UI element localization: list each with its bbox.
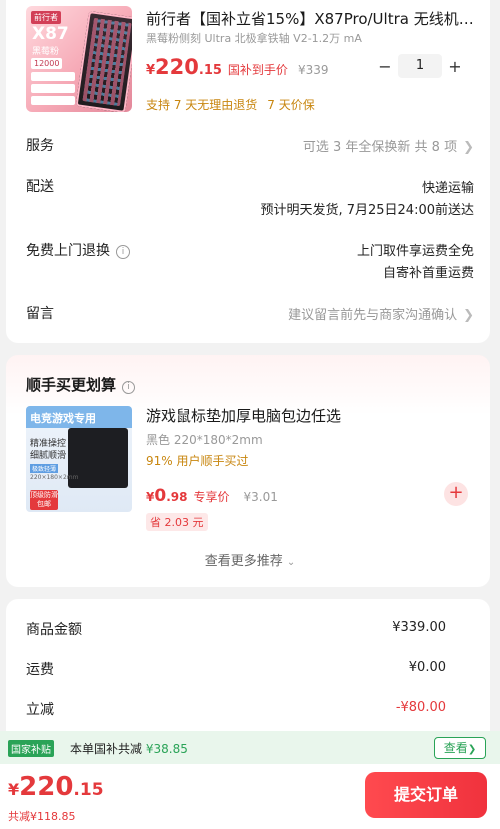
currency-symbol: ¥: [8, 780, 20, 799]
guarantee-info: 支持 7 天无理由退货 7 天价保: [146, 96, 315, 113]
delivery-label: 配送: [26, 179, 54, 195]
national-subsidy-tag: 国家补贴: [8, 740, 54, 757]
service-label: 服务: [26, 138, 54, 154]
product-image-model: X87: [32, 24, 69, 44]
product-image[interactable]: 前行者 X87 黑莓粉 12000: [26, 6, 132, 112]
product-title[interactable]: 前行者【国补立省15%】X87Pro/Ultra 无线机…: [146, 8, 476, 29]
addon-product-image[interactable]: 电竞游戏专用 精准操控 细腻顺滑 极致轻薄 220×180×2mm 顶级防滑 包…: [26, 406, 132, 512]
addon-image-badge: 顶级防滑 包邮: [30, 490, 58, 510]
price-integer: 220: [155, 55, 199, 79]
service-row[interactable]: 可选 3 年全保换新 共 8 项 ❯: [303, 136, 474, 155]
delivery-eta: 预计明天发货, 7月25日24:00前送达: [260, 203, 474, 218]
submit-order-button[interactable]: 提交订单: [365, 772, 487, 818]
message-row[interactable]: 建议留言前先与商家沟通确认 ❯: [288, 304, 474, 323]
more-recommendations-label: 查看更多推荐: [204, 554, 283, 569]
subsidy-text-label: 本单国补共减: [70, 742, 143, 756]
addon-price: ¥0.98: [146, 486, 187, 506]
free-return-label: 免费上门退换: [26, 243, 110, 259]
free-return-pickup: 上门取件享运费全免: [356, 244, 474, 259]
addon-title[interactable]: 游戏鼠标垫加厚电脑包边任选: [146, 405, 341, 426]
product-image-badge: 12000: [31, 58, 63, 69]
discount-label: 立减: [26, 702, 54, 718]
addon-original-price: ¥3.01: [243, 490, 278, 504]
addon-section-title-row: 顺手买更划算 i: [26, 374, 136, 395]
product-image-color: 黑莓粉: [32, 47, 60, 57]
goods-amount-value: ¥339.00: [392, 620, 446, 635]
chevron-right-icon: ❯: [467, 744, 477, 755]
discount-value: -¥80.00: [395, 700, 446, 715]
product-image-pill: [31, 96, 75, 105]
product-image-pill: [31, 84, 75, 93]
free-return-label-row: 免费上门退换 i: [26, 240, 130, 260]
view-subsidy-label: 查看: [443, 741, 468, 755]
total-integer: 220: [19, 772, 74, 802]
subsidy-amount: ¥38.85: [145, 742, 188, 756]
national-subsidy-summary: 本单国补共减 ¥38.85: [70, 740, 188, 757]
addon-savings-badge: 省 2.03 元: [146, 513, 208, 531]
price-protection: 7 天价保: [267, 98, 315, 112]
addon-image-text: 细腻顺滑: [30, 451, 67, 461]
goods-amount-label: 商品金额: [26, 622, 82, 638]
chevron-down-icon: ⌄: [286, 557, 296, 568]
addon-spec: 黑色 220*180*2mm: [146, 433, 263, 447]
return-guarantee: 支持 7 天无理由退货: [146, 98, 258, 112]
chevron-right-icon: ❯: [463, 308, 474, 323]
delivery-method: 快递运输: [421, 181, 474, 196]
free-return-self-send: 自寄补首重运费: [382, 266, 474, 281]
product-spec[interactable]: 黑莓粉侧刻 Ultra 北极拿铁轴 V2-1.2万 mA: [146, 30, 362, 46]
service-value: 可选 3 年全保换新 共 8 项: [302, 140, 458, 155]
addon-popularity: 91% 用户顺手买过: [146, 454, 249, 468]
product-price-row: ¥220.15 国补到手价 ¥339: [146, 55, 328, 81]
total-decimal: .15: [73, 780, 104, 800]
order-total: ¥220.15: [8, 772, 104, 802]
addon-image-size: 220×180×2mm: [30, 474, 79, 481]
message-placeholder: 建议留言前先与商家沟通确认: [288, 308, 458, 323]
chevron-right-icon: ❯: [463, 140, 474, 155]
product-image-brand: 前行者: [31, 11, 61, 24]
info-icon[interactable]: i: [122, 381, 136, 394]
view-subsidy-button[interactable]: 查看❯: [434, 737, 486, 759]
addon-image-header: 电竞游戏专用: [26, 406, 132, 428]
shipping-fee-label: 运费: [26, 662, 54, 678]
keyboard-illustration: [75, 10, 132, 112]
info-icon[interactable]: i: [116, 245, 130, 259]
currency-symbol: ¥: [146, 63, 156, 78]
exclusive-price-label: 专享价: [193, 490, 230, 504]
price-integer: 0: [154, 486, 167, 506]
add-addon-button[interactable]: +: [444, 482, 468, 506]
message-label: 留言: [26, 306, 54, 322]
more-recommendations-link[interactable]: 查看更多推荐 ⌄: [0, 550, 500, 569]
shipping-fee-value: ¥0.00: [408, 660, 446, 675]
subsidy-price-label: 国补到手价: [227, 63, 288, 77]
quantity-decrease-button[interactable]: −: [372, 57, 398, 76]
addon-price-row: ¥0.98 专享价 ¥3.01: [146, 486, 278, 506]
price-decimal: .15: [198, 63, 222, 78]
product-image-pill: [31, 72, 75, 81]
addon-section-title: 顺手买更划算: [26, 376, 117, 394]
addon-image-tag: 极致轻薄: [30, 464, 59, 473]
product-price: ¥220.15: [146, 55, 222, 79]
quantity-input[interactable]: 1: [398, 54, 442, 78]
quantity-increase-button[interactable]: +: [442, 57, 468, 76]
original-price: ¥339: [297, 63, 329, 77]
total-savings: 共减¥118.85: [8, 810, 76, 823]
price-decimal: .98: [166, 490, 188, 504]
quantity-stepper: − 1 +: [372, 54, 468, 78]
